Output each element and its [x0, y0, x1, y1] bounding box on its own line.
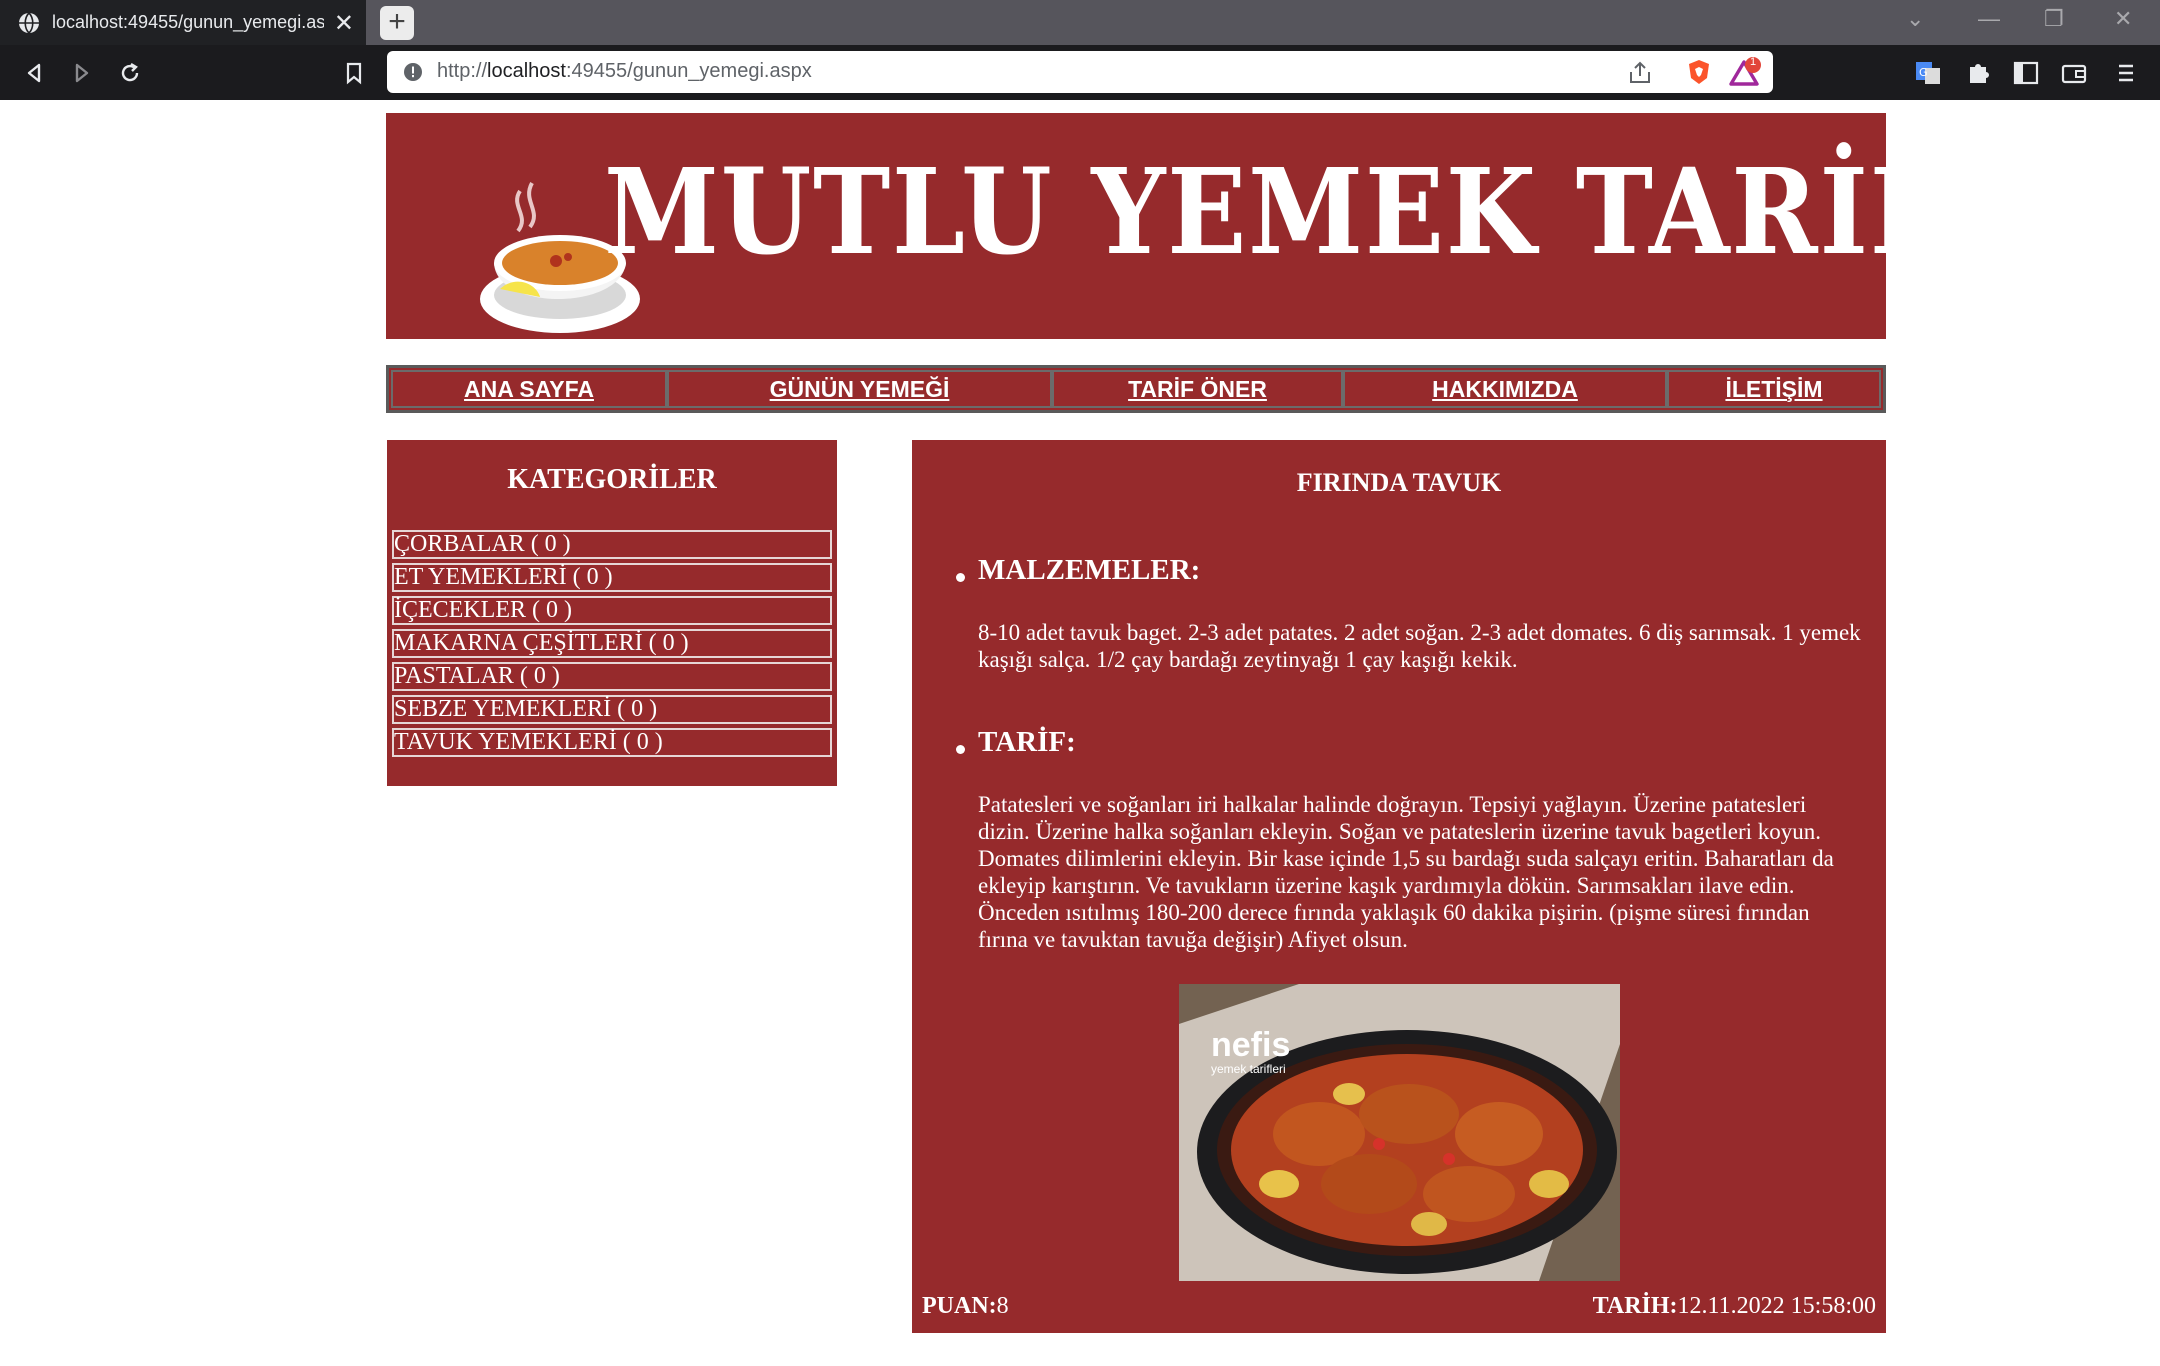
nav-gunun-yemegi[interactable]: GÜNÜN YEMEĞİ — [667, 370, 1052, 408]
photo-watermark: nefis yemek tarifleri — [1211, 1026, 1291, 1076]
recipe-date: TARİH:12.11.2022 15:58:00 — [1592, 1293, 1876, 1319]
bullet-icon — [956, 745, 965, 754]
sidebar-icon[interactable] — [2010, 57, 2042, 89]
category-item[interactable]: İÇECEKLER ( 0 ) — [392, 596, 832, 625]
category-item[interactable]: MAKARNA ÇEŞİTLERİ ( 0 ) — [392, 629, 832, 658]
share-icon[interactable] — [1627, 60, 1653, 86]
main-nav: ANA SAYFA GÜNÜN YEMEĞİ TARİF ÖNER HAKKIM… — [386, 365, 1886, 413]
bullet-icon — [956, 573, 965, 582]
site-info-icon[interactable] — [403, 62, 423, 82]
new-tab-button[interactable]: + — [380, 6, 414, 40]
brave-rewards-icon[interactable]: 1 — [1727, 56, 1761, 88]
translate-icon[interactable]: G — [1912, 57, 1944, 89]
tab-title: localhost:49455/gunun_yemegi.aspx — [52, 12, 324, 32]
category-list: ÇORBALAR ( 0 ) ET YEMEKLERİ ( 0 ) İÇECEK… — [392, 530, 832, 761]
reload-icon[interactable] — [114, 57, 146, 89]
close-tab-icon[interactable]: ✕ — [334, 9, 354, 38]
globe-icon — [19, 11, 39, 34]
svg-text:G: G — [1919, 66, 1928, 79]
recipe-title: FIRINDA TAVUK — [1296, 468, 1502, 497]
category-item[interactable]: PASTALAR ( 0 ) — [392, 662, 832, 691]
browser-tab[interactable]: localhost:49455/gunun_yemegi.aspx ✕ — [0, 0, 366, 45]
category-item[interactable]: ET YEMEKLERİ ( 0 ) — [392, 563, 832, 592]
date-value: 12.11.2022 15:58:00 — [1677, 1293, 1876, 1319]
menu-icon[interactable] — [2110, 57, 2142, 89]
bookmark-icon[interactable] — [338, 57, 370, 89]
categories-title: KATEGORİLER — [507, 464, 717, 495]
method-text: Patatesleri ve soğanları iri halkalar ha… — [978, 792, 1834, 952]
categories-panel: KATEGORİLER ÇORBALAR ( 0 ) ET YEMEKLERİ … — [387, 440, 837, 786]
tab-search-icon[interactable]: ⌄ — [1906, 6, 1924, 32]
minimize-icon[interactable]: — — [1978, 6, 2000, 32]
nav-iletisim[interactable]: İLETİŞİM — [1667, 370, 1881, 408]
ingredients-heading: MALZEMELER: — [978, 554, 1201, 586]
restore-icon[interactable]: ❐ — [2044, 6, 2064, 32]
close-window-icon[interactable]: ✕ — [2114, 6, 2132, 32]
extensions-puzzle-icon[interactable] — [1962, 57, 1994, 89]
nav-tarif-oner[interactable]: TARİF ÖNER — [1052, 370, 1343, 408]
score-value: 8 — [996, 1293, 1009, 1319]
browser-tab-strip: localhost:49455/gunun_yemegi.aspx ✕ + ⌄ … — [0, 0, 2160, 45]
score: PUAN:8 — [922, 1293, 1009, 1319]
address-text[interactable]: http://localhost:49455/gunun_yemegi.aspx — [437, 60, 812, 83]
category-item[interactable]: TAVUK YEMEKLERİ ( 0 ) — [392, 728, 832, 757]
wallet-icon[interactable] — [2058, 57, 2090, 89]
forward-icon[interactable] — [66, 57, 98, 89]
method-heading: TARİF: — [978, 726, 1076, 758]
nav-hakkimizda[interactable]: HAKKIMIZDA — [1343, 370, 1667, 408]
address-bar[interactable]: http://localhost:49455/gunun_yemegi.aspx… — [387, 51, 1773, 93]
category-item[interactable]: ÇORBALAR ( 0 ) — [392, 530, 832, 559]
ingredients-text: 8-10 adet tavuk baget. 2-3 adet patates.… — [978, 620, 1861, 672]
nav-ana-sayfa[interactable]: ANA SAYFA — [391, 370, 667, 408]
rewards-badge: 1 — [1750, 56, 1757, 68]
back-icon[interactable] — [18, 57, 50, 89]
category-item[interactable]: SEBZE YEMEKLERİ ( 0 ) — [392, 695, 832, 724]
brave-shield-icon[interactable] — [1685, 58, 1713, 86]
recipe-panel: FIRINDA TAVUK MALZEMELER: 8-10 adet tavu… — [912, 440, 1886, 1333]
site-banner: MUTLU YEMEK TARİFLERİ — [386, 113, 2160, 339]
recipe-photo: nefis yemek tarifleri — [1179, 984, 1620, 1281]
browser-toolbar: http://localhost:49455/gunun_yemegi.aspx… — [0, 45, 2160, 100]
site-title: MUTLU YEMEK TARİFLERİ — [604, 142, 2160, 281]
